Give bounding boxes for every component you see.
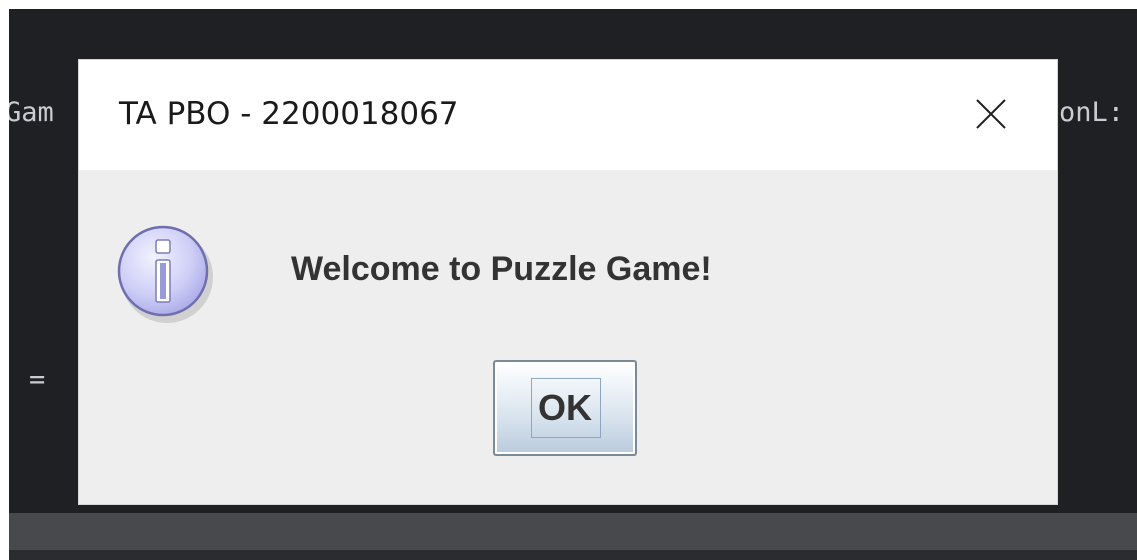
editor-bottom-bar — [9, 513, 1137, 550]
editor-bottom-edge — [9, 550, 1137, 560]
code-fragment-left: Gam — [9, 97, 54, 128]
dialog-title: TA PBO - 2200018067 — [119, 96, 459, 132]
message-dialog: TA PBO - 2200018067 Welcome to Puzzle Ga… — [79, 60, 1057, 504]
code-fragment-equals: = — [29, 364, 46, 395]
dialog-titlebar[interactable]: TA PBO - 2200018067 — [79, 60, 1057, 170]
close-icon — [976, 99, 1006, 129]
dialog-message: Welcome to Puzzle Game! — [291, 250, 712, 288]
code-fragment-right: onL: — [1059, 97, 1125, 128]
close-button[interactable] — [961, 84, 1021, 144]
info-icon — [117, 225, 213, 323]
ok-button-label: OK — [538, 387, 592, 428]
ok-button[interactable]: OK — [493, 360, 637, 456]
